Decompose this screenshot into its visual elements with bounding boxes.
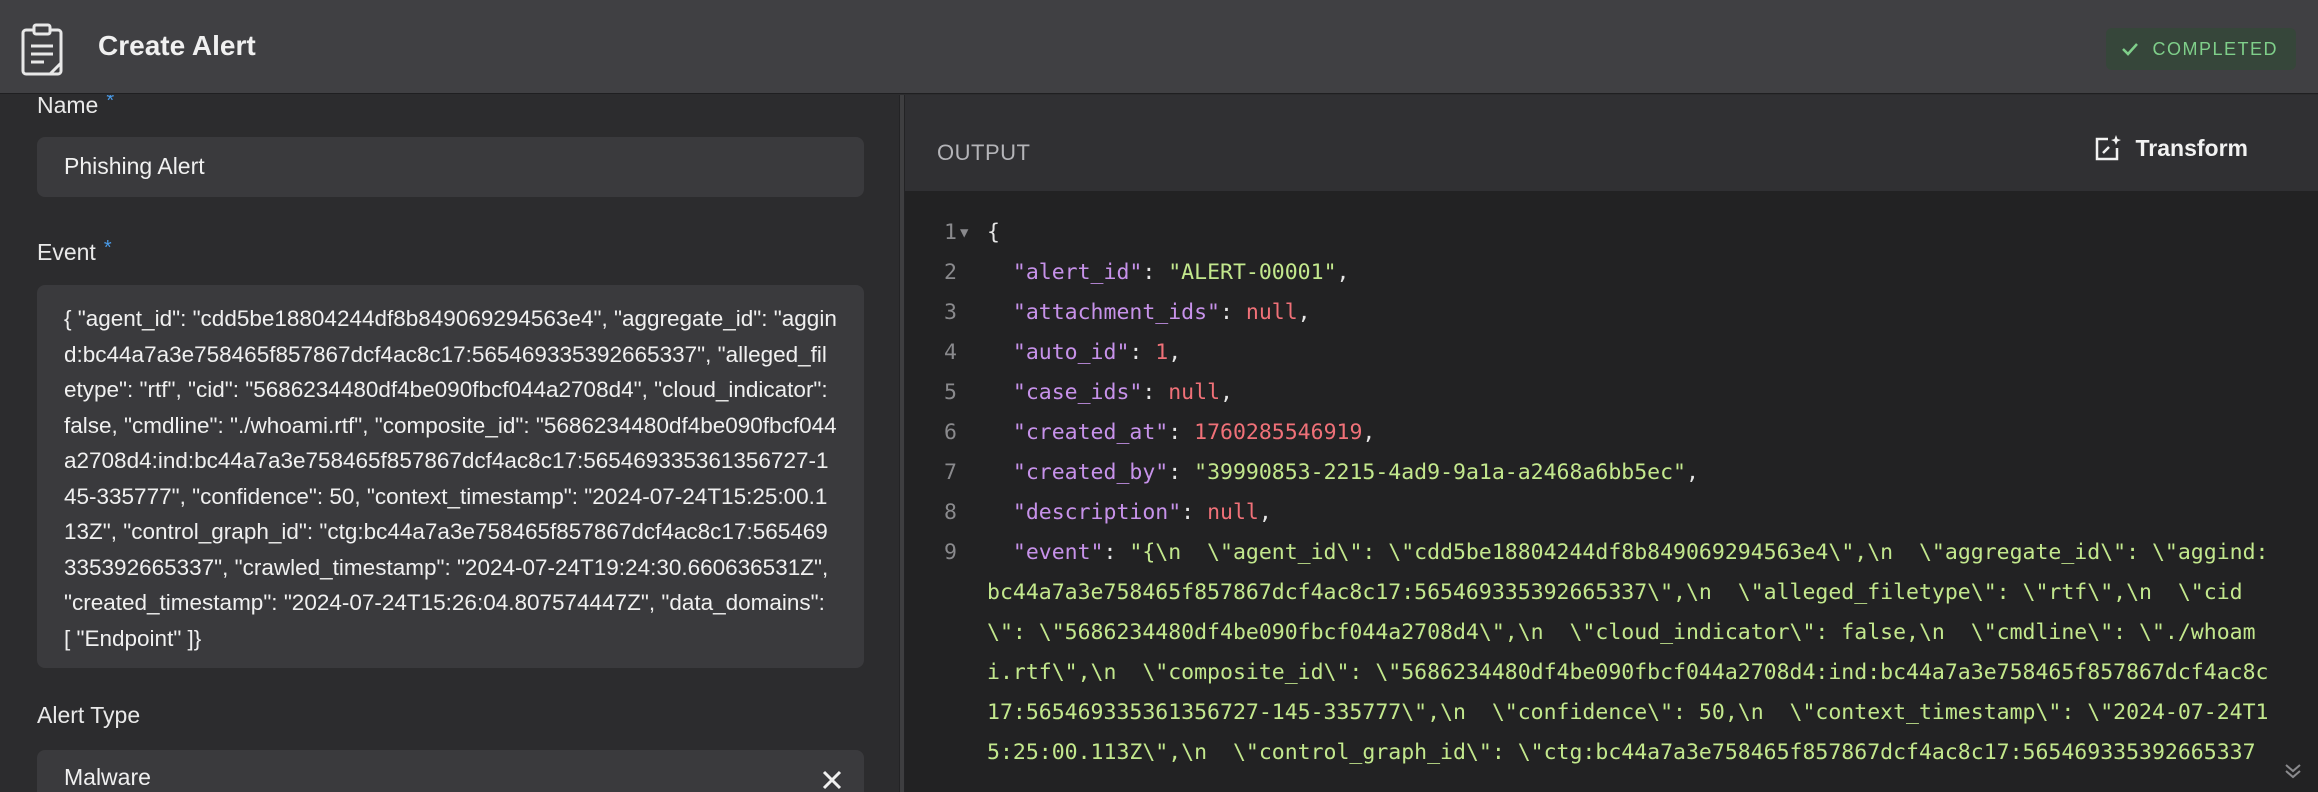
- alert-type-label: Alert Type: [37, 702, 141, 728]
- line-number: 8: [944, 500, 957, 525]
- line-number: 4: [944, 340, 957, 365]
- code-content: 17:565469335361356727-145-335777\",\n \"…: [987, 693, 2288, 733]
- code-line: 8 "description": null,: [905, 493, 2318, 533]
- name-input[interactable]: Phishing Alert: [37, 137, 864, 197]
- alert-type-select[interactable]: Malware: [37, 750, 864, 792]
- json-key: "case_ids": [1012, 380, 1143, 405]
- json-key: "description": [1012, 500, 1182, 525]
- code-content: bc44a7a3e758465f857867dcf4ac8c17:5654693…: [987, 573, 2288, 613]
- code-content: {: [987, 213, 2288, 253]
- code-content: "alert_id": "ALERT-00001",: [1012, 260, 1350, 285]
- line-number: 9: [944, 540, 957, 565]
- code-line: 5 "case_ids": null,: [905, 373, 2318, 413]
- code-content: "event": "{\n \"agent_id\": \"cdd5be1880…: [1012, 540, 2269, 565]
- code-line: 4 "auto_id": 1,: [905, 333, 2318, 373]
- code-line-wrap: 5:25:00.113Z\",\n \"control_graph_id\": …: [905, 733, 2318, 773]
- json-value: i.rtf\",\n \"composite_id\": \"568623448…: [987, 660, 2269, 685]
- required-mark: *: [103, 237, 112, 259]
- top-bar: Create Alert COMPLETED: [0, 0, 2318, 94]
- line-number: 7: [944, 460, 957, 485]
- code-content: i.rtf\",\n \"composite_id\": \"568623448…: [987, 653, 2288, 693]
- json-value: null: [1207, 500, 1259, 525]
- code-brace: {: [987, 220, 1000, 245]
- json-value: null: [1168, 380, 1221, 405]
- output-header: OUTPUT Transform: [905, 95, 2318, 191]
- json-value: 5:25:00.113Z\",\n \"control_graph_id\": …: [987, 740, 2256, 765]
- line-number: 6: [944, 420, 957, 445]
- code-line-wrap: bc44a7a3e758465f857867dcf4ac8c17:5654693…: [905, 573, 2318, 613]
- json-key: "auto_id": [1012, 340, 1130, 365]
- code-content: "created_at": 1760285546919,: [1012, 420, 1376, 445]
- json-value: 1760285546919: [1194, 420, 1363, 445]
- json-value: null: [1245, 300, 1298, 325]
- event-textarea[interactable]: { "agent_id": "cdd5be18804244df8b8490692…: [37, 285, 864, 668]
- code-line: 1 ▼ {: [905, 213, 2318, 253]
- status-text: COMPLETED: [2152, 38, 2278, 59]
- json-value: "39990853-2215-4ad9-9a1a-a2468a6bb5ec": [1194, 460, 1687, 485]
- event-label: Event *: [37, 237, 112, 266]
- json-key: "created_at": [1012, 420, 1169, 445]
- line-number: 3: [944, 300, 957, 325]
- name-label: Name *: [37, 95, 114, 119]
- output-code-viewer[interactable]: 1 ▼{2 "alert_id": "ALERT-00001", 3 "attach…: [905, 191, 2318, 792]
- code-content: \": \"5686234480df4be090fbcf044a2708d4\"…: [987, 613, 2288, 653]
- transform-icon: [2095, 135, 2121, 161]
- form-panel: Name * Phishing Alert Event * { "agent_id"…: [0, 95, 900, 792]
- json-key: "event": [1012, 540, 1104, 565]
- chevron-down-icon[interactable]: [2282, 760, 2304, 782]
- event-label-text: Event: [37, 239, 96, 265]
- json-key: "attachment_ids": [1012, 300, 1220, 325]
- json-value: 17:565469335361356727-145-335777\",\n \"…: [987, 700, 2269, 725]
- json-key: "alert_id": [1012, 260, 1143, 285]
- alert-type-value: Malware: [64, 764, 151, 790]
- code-content: 5:25:00.113Z\",\n \"control_graph_id\": …: [987, 733, 2288, 773]
- json-value: \": \"5686234480df4be090fbcf044a2708d4\"…: [987, 620, 2256, 645]
- json-value: bc44a7a3e758465f857867dcf4ac8c17:5654693…: [987, 580, 2243, 605]
- page-title: Create Alert: [98, 30, 256, 61]
- code-line: 7 "created_by": "39990853-2215-4ad9-9a1a…: [905, 453, 2318, 493]
- name-label-text: Name: [37, 95, 99, 118]
- clipboard-icon: [21, 23, 63, 76]
- code-line-wrap: \": \"5686234480df4be090fbcf044a2708d4\"…: [905, 613, 2318, 653]
- code-content: "auto_id": 1,: [1012, 340, 1182, 365]
- fold-caret-icon: ▼: [960, 225, 969, 241]
- json-value: 1: [1155, 340, 1169, 365]
- close-icon[interactable]: [820, 768, 844, 792]
- code-line-wrap: i.rtf\",\n \"composite_id\": \"568623448…: [905, 653, 2318, 693]
- json-key: "created_by": [1012, 460, 1169, 485]
- json-value: "ALERT-00001": [1168, 260, 1337, 285]
- status-badge: COMPLETED: [2106, 28, 2296, 70]
- code-line: 3 "attachment_ids": null,: [905, 293, 2318, 333]
- output-title: OUTPUT: [937, 140, 1031, 165]
- line-number: 1: [944, 220, 957, 245]
- code-line: 6 "created_at": 1760285546919,: [905, 413, 2318, 453]
- check-icon: [2122, 43, 2139, 56]
- code-content: "description": null,: [1012, 500, 1272, 525]
- line-number: 5: [944, 380, 957, 405]
- code-line-wrap: 17:565469335361356727-145-335777\",\n \"…: [905, 693, 2318, 733]
- code-content: "case_ids": null,: [1012, 380, 1233, 405]
- transform-button[interactable]: Transform: [2092, 133, 2248, 163]
- code-content: "attachment_ids": null,: [1012, 300, 1311, 325]
- json-value: "{\n \"agent_id\": \"cdd5be18804244df8b8…: [1129, 540, 2269, 565]
- required-mark: *: [106, 95, 115, 112]
- code-line: 2 "alert_id": "ALERT-00001",: [905, 253, 2318, 293]
- code-content: "created_by": "39990853-2215-4ad9-9a1a-a…: [1012, 460, 1699, 485]
- code-line: 9 "event": "{\n \"agent_id\": \"cdd5be18…: [905, 533, 2318, 573]
- line-number: 2: [944, 260, 957, 285]
- transform-label: Transform: [2135, 134, 2248, 161]
